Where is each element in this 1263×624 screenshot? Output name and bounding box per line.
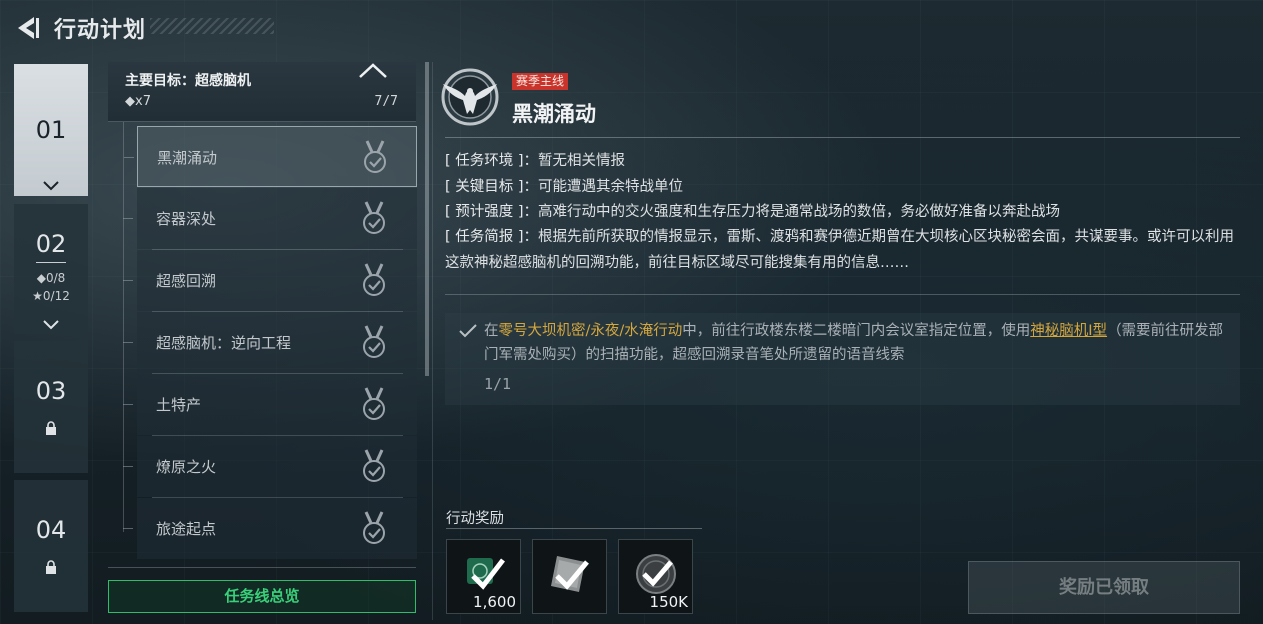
medal-check-icon — [362, 449, 386, 483]
reward-item-document[interactable] — [532, 539, 607, 614]
mission-item[interactable]: 土特产 — [123, 374, 417, 436]
objective-item-link[interactable]: 神秘脑机Ⅰ型 — [1030, 323, 1107, 339]
objective-location: 零号大坝机密/永夜/水淹行动 — [498, 323, 683, 339]
info-key: [ 任务环境 ] — [445, 153, 524, 169]
title-decoration — [150, 18, 274, 34]
page-title: 行动计划 — [54, 18, 147, 43]
mission-label: 超感脑机：逆向工程 — [156, 334, 292, 352]
chevron-down-icon — [43, 181, 59, 191]
mission-overview-button[interactable]: 任务线总览 — [108, 580, 416, 613]
chapter-tab-01[interactable]: 01 — [14, 64, 88, 196]
info-value: ：可能遭遇其余特战单位 — [523, 179, 684, 195]
chapter-tab-03[interactable]: 03 — [14, 341, 88, 473]
objective-progress: 1/1 — [484, 375, 512, 393]
chapter-number: 02 — [35, 230, 67, 258]
mission-item[interactable]: 黑潮涌动 — [124, 126, 417, 187]
main-goal-progress: 7/7 — [374, 94, 398, 109]
chapter-star-count: ★0/12 — [32, 289, 70, 303]
info-row-briefing: [ 任务简报 ]：根据先前所获取的情报显示，雷斯、渡鸦和赛伊德近期曾在大坝核心区… — [445, 224, 1235, 276]
mission-label: 燎原之火 — [156, 458, 217, 476]
mission-item[interactable]: 容器深处 — [123, 188, 417, 250]
main-goal-count: ◆x7 — [125, 94, 151, 109]
objective-box: 在零号大坝机密/永夜/水淹行动中，前往行政楼东楼二楼暗门内会议室指定位置，使用神… — [445, 313, 1240, 405]
lock-icon — [46, 421, 56, 435]
back-arrow-icon[interactable] — [14, 14, 42, 42]
mission-detail-title: 黑潮涌动 — [512, 102, 596, 126]
reward-item-badge[interactable]: 1,600 — [446, 539, 521, 614]
chapter-tab-04[interactable]: 04 — [14, 480, 88, 612]
chevron-down-icon — [43, 320, 59, 330]
info-value: ：暂无相关情报 — [523, 153, 626, 169]
mission-list-scrollbar[interactable] — [425, 62, 429, 376]
medal-check-icon — [362, 387, 386, 421]
info-key: [ 预计强度 ] — [445, 204, 524, 220]
detail-divider — [445, 137, 1240, 138]
mission-label: 土特产 — [156, 396, 202, 414]
chevron-up-icon[interactable] — [358, 62, 388, 80]
coin-icon — [636, 554, 676, 594]
medal-check-icon — [362, 511, 386, 545]
info-row-intensity: [ 预计强度 ]：高难行动中的交火强度和生存压力将是通常战场的数倍，务必做好准备… — [445, 199, 1235, 225]
mission-label: 旅途起点 — [156, 520, 217, 538]
mission-label: 黑潮涌动 — [157, 149, 218, 167]
medal-check-icon — [362, 325, 386, 359]
eagle-emblem-icon — [441, 68, 499, 126]
main-goal-title: 主要目标：超感脑机 — [125, 73, 251, 89]
chapter-number: 01 — [35, 116, 67, 144]
lock-icon — [46, 560, 56, 574]
list-bottom-divider — [108, 567, 416, 568]
mission-item[interactable]: 燎原之火 — [123, 436, 417, 498]
badge-icon — [467, 558, 505, 590]
mission-item[interactable]: 超感回溯 — [123, 250, 417, 312]
mission-label: 容器深处 — [156, 210, 217, 228]
rewards-divider — [446, 528, 702, 529]
reward-quantity: 1,600 — [473, 593, 516, 611]
season-tag-badge: 赛季主线 — [512, 73, 569, 90]
claim-reward-button[interactable]: 奖励已领取 — [968, 561, 1240, 614]
medal-check-icon — [362, 201, 386, 235]
main-goal-header[interactable]: 主要目标：超感脑机 ◆x7 7/7 — [108, 62, 416, 122]
info-value: ：根据先前所获取的情报显示，雷斯、渡鸦和赛伊德近期曾在大坝核心区块秘密会面，共谋… — [445, 229, 1235, 271]
mission-tree-line — [123, 122, 124, 532]
medal-check-icon — [362, 263, 386, 297]
chapter-number: 03 — [35, 377, 67, 405]
reward-item-coin[interactable]: 150K — [618, 539, 693, 614]
info-key: [ 任务简报 ] — [445, 229, 524, 245]
info-row-environment: [ 任务环境 ]：暂无相关情报 — [445, 148, 1235, 174]
medal-check-icon — [363, 140, 387, 174]
objective-text: 在零号大坝机密/永夜/水淹行动中，前往行政楼东楼二楼暗门内会议室指定位置，使用神… — [484, 323, 1224, 363]
document-icon — [551, 556, 589, 592]
checkmark-icon — [459, 324, 477, 338]
info-row-key-target: [ 关键目标 ]：可能遭遇其余特战单位 — [445, 174, 1235, 200]
chapter-tab-02[interactable]: 02 ◆0/8 ★0/12 — [14, 204, 88, 334]
mission-item[interactable]: 旅途起点 — [123, 498, 417, 559]
mission-item[interactable]: 超感脑机：逆向工程 — [123, 312, 417, 374]
rewards-label: 行动奖励 — [446, 511, 504, 527]
chapter-number: 04 — [35, 516, 67, 544]
info-key: [ 关键目标 ] — [445, 179, 524, 195]
reward-quantity: 150K — [649, 593, 688, 611]
detail-divider — [445, 294, 1240, 295]
info-value: ：高难行动中的交火强度和生存压力将是通常战场的数倍，务必做好准备以奔赴战场 — [523, 204, 1061, 220]
panel-divider — [432, 62, 433, 620]
mission-label: 超感回溯 — [156, 272, 217, 290]
chapter-divider — [36, 262, 66, 263]
chapter-diamond-count: ◆0/8 — [36, 271, 66, 285]
